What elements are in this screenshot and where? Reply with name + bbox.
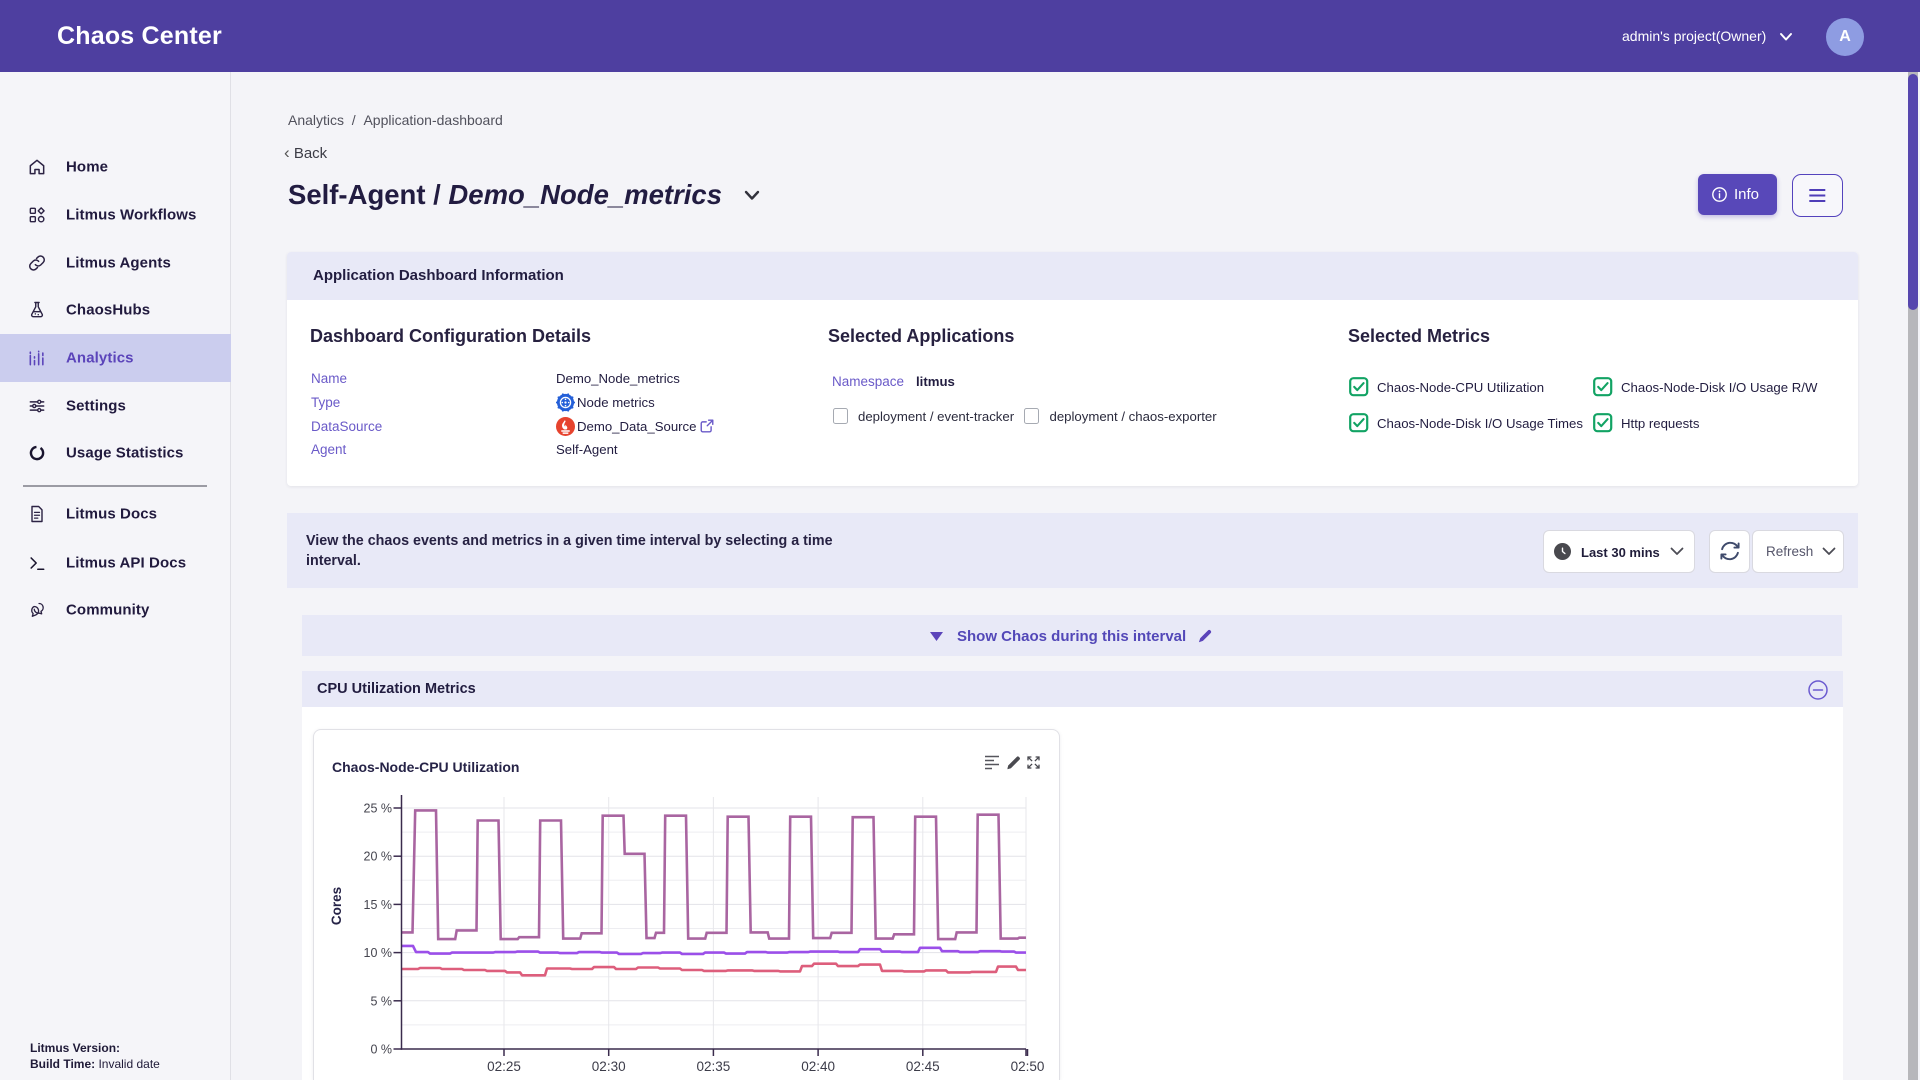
svg-text:15 %: 15 % — [364, 898, 393, 912]
svg-text:02:25: 02:25 — [487, 1059, 521, 1074]
svg-text:02:35: 02:35 — [697, 1059, 731, 1074]
svg-text:Cores: Cores — [329, 887, 344, 925]
svg-text:0 %: 0 % — [370, 1043, 392, 1057]
svg-text:5 %: 5 % — [370, 994, 392, 1008]
svg-text:10 %: 10 % — [364, 946, 393, 960]
svg-text:02:45: 02:45 — [906, 1059, 940, 1074]
svg-text:20 %: 20 % — [364, 850, 393, 864]
svg-text:02:40: 02:40 — [801, 1059, 835, 1074]
svg-text:02:30: 02:30 — [592, 1059, 626, 1074]
svg-text:25 %: 25 % — [364, 802, 393, 816]
svg-text:02:50: 02:50 — [1011, 1059, 1045, 1074]
